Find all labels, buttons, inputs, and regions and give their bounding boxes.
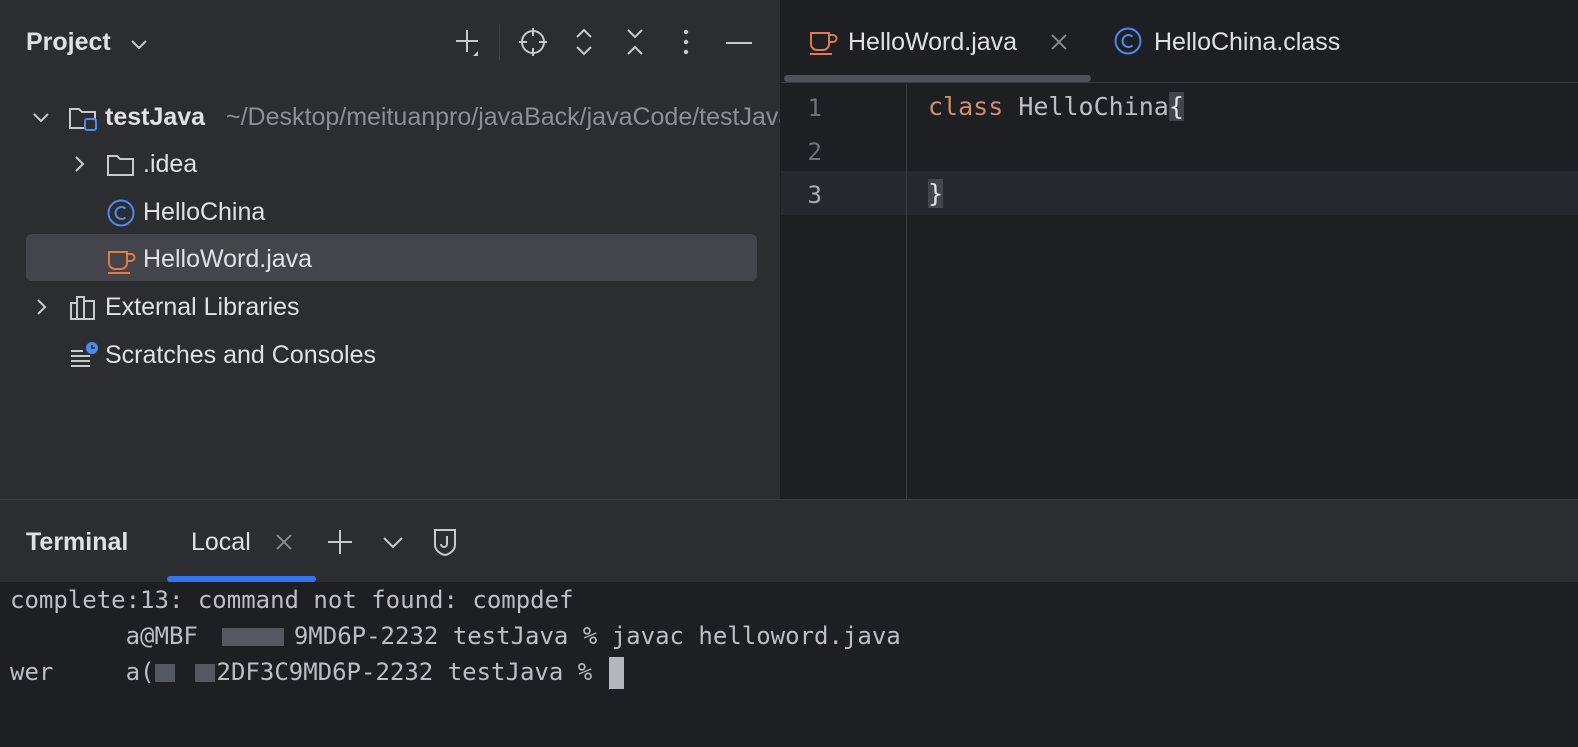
tree-root-path: ~/Desktop/meituanpro/javaBack/javaCode/t…: [226, 103, 781, 131]
tree-item-helloword-java[interactable]: HelloWord.java: [0, 235, 780, 281]
tree-item-external-libraries[interactable]: External Libraries: [0, 283, 780, 329]
terminal-title: Terminal: [26, 528, 129, 556]
redacted-block: [154, 664, 175, 682]
code-brace-open: {: [1168, 92, 1184, 121]
new-file-icon[interactable]: [449, 24, 485, 60]
terminal-header: Terminal Local: [0, 500, 1578, 582]
collapse-all-icon[interactable]: [617, 24, 653, 60]
terminal-text: 2DF3C9MD6P-2232 testJava %: [216, 658, 607, 686]
expand-all-icon[interactable]: [566, 24, 602, 60]
close-icon[interactable]: [274, 532, 294, 557]
editor: HelloWord.java HelloChina.class 1 2 3 cl…: [781, 0, 1578, 499]
code-line-3: }: [928, 179, 944, 208]
terminal-text: 9MD6P-2232 testJava % javac helloword.ja…: [293, 622, 901, 650]
scratches-icon: [68, 341, 98, 369]
hide-panel-icon[interactable]: [721, 24, 757, 60]
tree-item-label: Scratches and Consoles: [105, 341, 376, 369]
terminal-cursor: [608, 657, 624, 689]
more-options-icon[interactable]: [668, 24, 704, 60]
project-panel-title[interactable]: Project: [26, 28, 111, 57]
tab-label: HelloChina.class: [1154, 28, 1341, 56]
chevron-down-icon[interactable]: [31, 107, 51, 127]
code-line-1: class HelloChina{: [928, 92, 1184, 121]
terminal-line-2: a@MBF 9MD6P-2232 testJava % javac hellowo…: [10, 622, 901, 650]
redacted-block: [194, 664, 215, 682]
terminal-line-1: complete:13: command not found: compdef: [10, 586, 574, 614]
tree-item-label: .idea: [143, 150, 198, 178]
line-number: 1: [807, 94, 822, 122]
active-tab-indicator: [784, 75, 1091, 82]
line-number-gutter: 1 2 3: [781, 84, 907, 499]
terminal-text: a(: [53, 658, 155, 686]
tree-root-name: testJava: [105, 103, 206, 131]
locate-icon[interactable]: [515, 24, 551, 60]
terminal-panel: Terminal Local complete:13: command not …: [0, 499, 1578, 747]
java-file-icon: [808, 26, 838, 56]
tree-item-hellochina[interactable]: HelloChina: [0, 188, 780, 234]
tree-item-label: HelloWord.java: [143, 245, 313, 273]
terminal-text: wer: [10, 658, 54, 686]
class-icon: [1113, 26, 1143, 56]
chevron-right-icon[interactable]: [69, 154, 89, 174]
tab-terminal-local[interactable]: Local: [167, 500, 316, 582]
chevron-down-icon[interactable]: [128, 33, 150, 60]
close-icon[interactable]: [1049, 32, 1069, 57]
tree-item-scratches[interactable]: Scratches and Consoles: [0, 331, 780, 377]
active-tab-indicator: [167, 576, 316, 582]
tab-label: HelloWord.java: [848, 28, 1018, 56]
line-number: 2: [807, 138, 822, 166]
editor-tab-bar: HelloWord.java HelloChina.class: [781, 0, 1578, 83]
tree-item-label: HelloChina: [143, 198, 266, 226]
tree-item-label: External Libraries: [105, 293, 300, 321]
folder-icon: [106, 150, 134, 178]
java-file-icon: [106, 245, 136, 274]
class-icon: [106, 198, 135, 227]
chevron-down-icon[interactable]: [375, 524, 411, 560]
module-folder-icon: [68, 103, 97, 131]
line-number: 3: [807, 181, 822, 209]
tab-helloword-java[interactable]: HelloWord.java: [781, 0, 1091, 82]
tree-item-idea[interactable]: .idea: [0, 140, 780, 186]
libraries-icon: [68, 293, 96, 321]
tree-item-root[interactable]: testJava ~/Desktop/meituanpro/javaBack/j…: [0, 93, 780, 139]
terminal-line-3: wer a( 2DF3C9MD6P-2232 testJava %: [10, 657, 624, 689]
redacted-block: [221, 628, 284, 646]
project-panel: Project testJava ~/Desktop/meituanpro/ja…: [0, 0, 781, 499]
toolbar-separator: [499, 24, 500, 60]
chevron-right-icon[interactable]: [31, 297, 51, 317]
code-brace-close: }: [928, 179, 944, 208]
code-class-name: HelloChina: [1003, 92, 1169, 121]
shield-j-icon[interactable]: [427, 524, 463, 560]
new-terminal-icon[interactable]: [322, 524, 358, 560]
code-keyword: class: [928, 92, 1004, 121]
project-panel-header: Project: [0, 0, 780, 84]
terminal-tab-label: Local: [191, 528, 251, 556]
terminal-text: a@MBF: [10, 622, 198, 650]
tab-hellochina-class[interactable]: HelloChina.class: [1101, 0, 1361, 82]
